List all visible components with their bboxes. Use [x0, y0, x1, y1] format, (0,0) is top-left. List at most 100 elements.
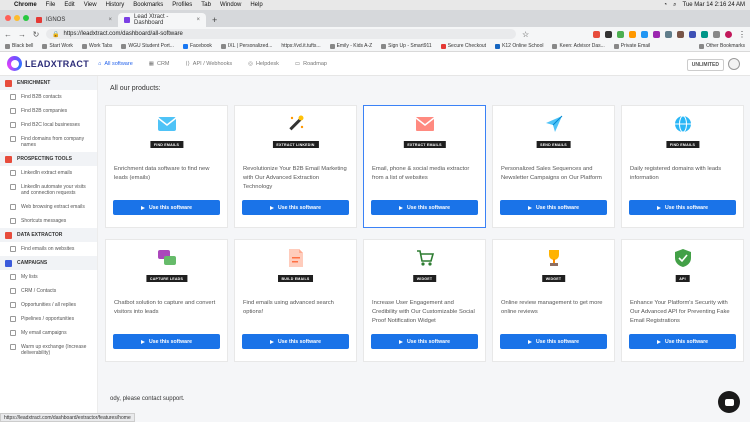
menu-file[interactable]: File — [46, 0, 56, 10]
product-card[interactable]: WIDGET Increase User Engagement and Credi… — [363, 239, 486, 362]
use-software-button[interactable]: Use this software — [371, 334, 478, 349]
product-card[interactable]: EXTRACT LINKEDIN Revolutionize Your B2B E… — [234, 105, 357, 228]
sidebar-item[interactable]: Find B2B companies — [0, 104, 97, 118]
product-card[interactable]: FIND EMAILS Daily registered domains with… — [621, 105, 744, 228]
nav-crm[interactable]: ▦ CRM — [149, 61, 170, 67]
extension-icon[interactable] — [605, 30, 612, 38]
sidebar-item[interactable]: My email campaigns — [0, 326, 97, 340]
sidebar-section-header[interactable]: CAMPAIGNS — [0, 256, 97, 270]
bookmark-item[interactable]: Black bell — [5, 43, 33, 49]
menu-edit[interactable]: Edit — [64, 0, 74, 10]
minimize-window-icon[interactable] — [14, 15, 20, 21]
chat-widget-button[interactable] — [718, 391, 740, 413]
product-card[interactable]: CAPTURE LEADS Chatbot solution to capture… — [105, 239, 228, 362]
sidebar-item[interactable]: Warm up exchange (Increase deliverabilit… — [0, 340, 97, 360]
sidebar-item[interactable]: Find emails on websites — [0, 242, 97, 256]
product-card[interactable]: BUILD EMAILS Find emails using advanced s… — [234, 239, 357, 362]
bookmark-item[interactable]: WGU Student Port... — [121, 43, 174, 49]
sidebar-section-header[interactable]: ENRICHMENT — [0, 76, 97, 90]
bookmark-item[interactable]: IXL | Personalized... — [220, 43, 272, 49]
extension-icon[interactable] — [701, 30, 708, 38]
extension-icon[interactable] — [629, 30, 636, 38]
menu-bookmarks[interactable]: Bookmarks — [133, 0, 163, 10]
extension-icon[interactable] — [677, 30, 684, 38]
product-card[interactable]: API Enhance Your Platform's Security with… — [621, 239, 744, 362]
sidebar-section-header[interactable]: DATA EXTRACTOR — [0, 228, 97, 242]
sidebar-item[interactable]: My lists — [0, 270, 97, 284]
use-software-button[interactable]: Use this software — [113, 200, 220, 215]
close-tab-icon[interactable]: × — [196, 17, 200, 23]
wifi-icon[interactable]: ◔ — [664, 0, 668, 10]
bookmark-item[interactable]: Emily - Kids A-Z — [329, 43, 372, 49]
product-card[interactable]: EXTRACT EMAILS Email, phone & social medi… — [363, 105, 486, 228]
search-icon[interactable]: ⌕ — [673, 0, 676, 10]
forward-icon[interactable]: → — [18, 30, 26, 39]
close-window-icon[interactable] — [5, 15, 11, 21]
extension-icon[interactable] — [653, 30, 660, 38]
new-tab-icon[interactable]: + — [206, 13, 223, 27]
tab-lead-xtract[interactable]: Lead Xtract - Dashboard × — [118, 13, 206, 27]
logo[interactable]: LEADXTRACT — [0, 56, 98, 71]
use-software-button[interactable]: Use this software — [500, 334, 607, 349]
use-software-button[interactable]: Use this software — [113, 334, 220, 349]
menu-dots-icon[interactable]: ⋮ — [738, 30, 746, 39]
sidebar-item[interactable]: Web browsing extract emails — [0, 200, 97, 214]
close-tab-icon[interactable]: × — [108, 17, 112, 23]
use-software-button[interactable]: Use this software — [242, 200, 349, 215]
sidebar-item[interactable]: LinkedIn extract emails — [0, 166, 97, 180]
tab-ignos[interactable]: IGNOS × — [30, 13, 118, 27]
extension-icon[interactable] — [665, 30, 672, 38]
sidebar-item[interactable]: CRM / Contacts — [0, 284, 97, 298]
extension-icon[interactable] — [641, 30, 648, 38]
back-icon[interactable]: ← — [4, 30, 12, 39]
clock[interactable]: Tue Mar 14 2:16 24 AM — [683, 0, 745, 10]
plan-badge[interactable]: UNLIMITED — [686, 59, 724, 71]
use-software-button[interactable]: Use this software — [371, 200, 478, 215]
sidebar-item[interactable]: Find B2B contacts — [0, 90, 97, 104]
bookmark-item[interactable]: https://vd.it.tufts... — [281, 43, 320, 49]
bookmark-item[interactable]: Work Tabs — [81, 43, 112, 49]
bookmark-item[interactable]: Keen: Advisor Das... — [552, 43, 605, 49]
use-software-button[interactable]: Use this software — [500, 200, 607, 215]
sidebar-item[interactable]: LinkedIn automate your visits and connec… — [0, 180, 97, 200]
product-card[interactable]: SEND EMAILS Personalized Sales Sequences … — [492, 105, 615, 228]
menu-help[interactable]: Help — [250, 0, 262, 10]
menu-view[interactable]: View — [84, 0, 97, 10]
extension-icon[interactable] — [689, 30, 696, 38]
menu-tab[interactable]: Tab — [201, 0, 211, 10]
other-bookmarks[interactable]: Other Bookmarks — [699, 43, 745, 49]
use-software-button[interactable]: Use this software — [242, 334, 349, 349]
nav-roadmap[interactable]: ▭ Roadmap — [295, 61, 327, 67]
sidebar-item[interactable]: Find domains from company names — [0, 132, 97, 152]
nav-helpdesk[interactable]: ◎ Helpdesk — [248, 61, 279, 67]
menu-history[interactable]: History — [106, 0, 125, 10]
bookmark-item[interactable]: Facebook — [182, 43, 212, 49]
menu-window[interactable]: Window — [220, 0, 241, 10]
sidebar-item[interactable]: Opportunities / all replies — [0, 298, 97, 312]
use-software-button[interactable]: Use this software — [629, 200, 736, 215]
sidebar-item[interactable]: Pipelines / opportunities — [0, 312, 97, 326]
puzzle-icon[interactable] — [713, 30, 720, 38]
bookmark-item[interactable]: Start Work — [42, 43, 73, 49]
sidebar-item[interactable]: Find B2C local businesses — [0, 118, 97, 132]
use-software-button[interactable]: Use this software — [629, 334, 736, 349]
maximize-window-icon[interactable] — [23, 15, 29, 21]
menu-profiles[interactable]: Profiles — [172, 0, 192, 10]
reload-icon[interactable]: ↻ — [32, 30, 40, 39]
address-bar[interactable]: 🔒 https://leadxtract.com/dashboard/all-s… — [46, 29, 516, 39]
avatar[interactable] — [728, 58, 740, 70]
nav-all-software[interactable]: ⌂ All software — [98, 61, 133, 67]
bookmark-item[interactable]: K12 Online School — [495, 43, 543, 49]
bookmark-item[interactable]: Sign Up - Smart911 — [381, 43, 432, 49]
sidebar-section-header[interactable]: PROSPECTING TOOLS — [0, 152, 97, 166]
bookmark-item[interactable]: Secure Checkout — [440, 43, 486, 49]
bookmark-star-icon[interactable]: ☆ — [522, 30, 529, 39]
extension-icon[interactable] — [617, 30, 624, 38]
sidebar-item[interactable]: Shortcuts messages — [0, 214, 97, 228]
bookmark-item[interactable]: Private Email — [613, 43, 650, 49]
product-card[interactable]: WIDGET Online review management to get mo… — [492, 239, 615, 362]
nav-api-webhooks[interactable]: ⟨⟩ API / Webhooks — [186, 61, 233, 67]
product-card[interactable]: FIND EMAILS Enrichment data software to f… — [105, 105, 228, 228]
extension-icon[interactable] — [593, 30, 600, 38]
menu-chrome[interactable]: Chrome — [14, 0, 37, 10]
